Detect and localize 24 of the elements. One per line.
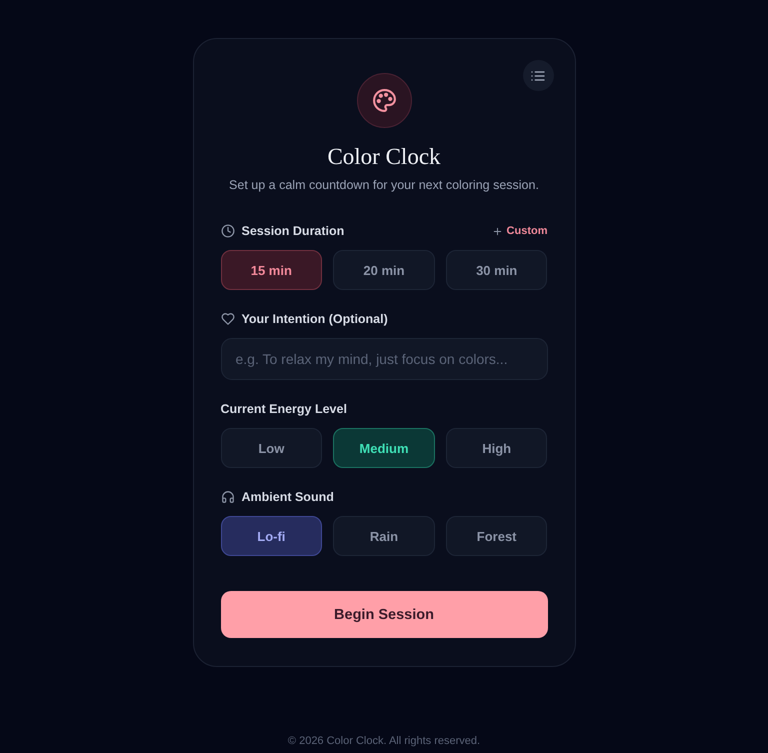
- app-title: Color Clock: [326, 143, 442, 171]
- option-button[interactable]: Medium: [333, 428, 435, 468]
- section-label: Session Duration: [242, 224, 344, 238]
- option-button[interactable]: 30 min: [446, 250, 548, 290]
- section-label: Ambient Sound: [242, 490, 334, 504]
- option-button[interactable]: 20 min: [333, 250, 435, 290]
- footer-text: © 2026 Color Clock. All rights reserved.: [288, 735, 480, 747]
- option-button[interactable]: Forest: [446, 516, 548, 556]
- plus-icon: [492, 226, 503, 236]
- menu-button[interactable]: [522, 60, 554, 91]
- clock-icon: [220, 224, 234, 238]
- intention-input[interactable]: e.g. To relax my mind, just focus on colors...: [220, 338, 548, 380]
- section-label: Current Energy Level: [220, 402, 347, 416]
- option-button[interactable]: High: [446, 428, 548, 468]
- heart-icon: [220, 312, 234, 326]
- option-button[interactable]: 15 min: [220, 250, 322, 290]
- begin-session-button[interactable]: Begin Session: [220, 591, 548, 638]
- headphones-icon: [220, 490, 234, 504]
- option-button[interactable]: Low: [220, 428, 322, 468]
- subtitle: Set up a calm countdown for your next coloring session.: [228, 177, 540, 194]
- option-button[interactable]: Lo-fi: [220, 516, 322, 556]
- option-button[interactable]: Rain: [333, 516, 435, 556]
- section-label: Your Intention (Optional): [242, 312, 388, 326]
- custom-link[interactable]: Custom: [492, 225, 548, 237]
